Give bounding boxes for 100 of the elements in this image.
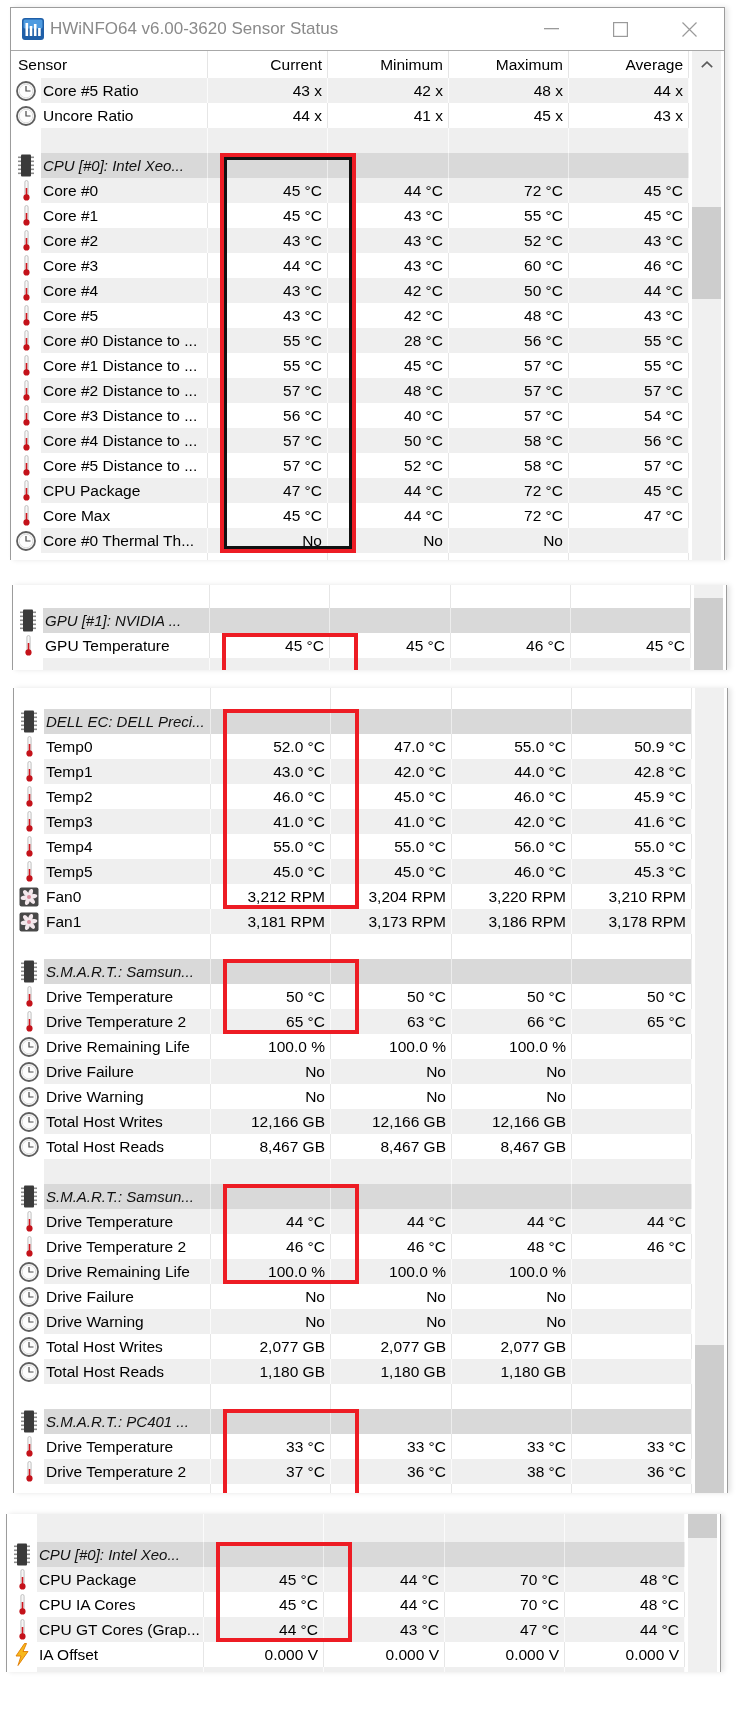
thermometer-icon <box>22 330 30 351</box>
thermometer-icon <box>24 635 32 656</box>
sensor-name: Fan1 <box>44 909 211 934</box>
current-value: 12,166 GB <box>211 1109 331 1134</box>
maximum-value: No <box>449 528 569 553</box>
maximum-value: 44 °C <box>452 1209 572 1234</box>
scrollbar-thumb[interactable] <box>688 1514 717 1538</box>
maximum-value: 3,186 RPM <box>452 909 572 934</box>
scrollbar[interactable] <box>692 51 721 560</box>
maximum-value: 42.0 °C <box>452 809 572 834</box>
minimum-value: 44 °C <box>331 1209 452 1234</box>
sensor-name: Drive Warning <box>44 1309 211 1334</box>
maximum-value: 66 °C <box>452 1009 572 1034</box>
sensor-name: Core #0 Distance to ... <box>41 328 208 353</box>
sensor-name: Core #3 Distance to ... <box>41 403 208 428</box>
thermometer-icon <box>25 736 33 757</box>
average-value: 43 °C <box>569 228 689 253</box>
average-value: 48 °C <box>565 1567 685 1592</box>
thermometer-icon <box>22 205 30 226</box>
current-value: 47 °C <box>208 478 328 503</box>
thermometer-icon <box>25 1011 33 1032</box>
clock-icon <box>19 1311 39 1332</box>
group-name: CPU [#0]: Intel Xeo... <box>37 1542 204 1567</box>
thermometer-icon <box>25 786 33 807</box>
maximum-value: 56 °C <box>449 328 569 353</box>
maximum-value: 57 °C <box>449 378 569 403</box>
current-value: 57 °C <box>208 428 328 453</box>
current-value: 1,180 GB <box>211 1359 331 1384</box>
minimum-value: 42 x <box>328 78 449 103</box>
average-value: 44 °C <box>569 278 689 303</box>
average-value: 36 °C <box>572 1459 692 1484</box>
sensor-name: Core #4 <box>41 278 208 303</box>
fan-icon <box>19 911 39 932</box>
minimum-value: 42.0 °C <box>331 759 452 784</box>
thermometer-icon <box>18 1569 26 1590</box>
sensor-name: Core #4 Distance to ... <box>41 428 208 453</box>
column-header[interactable]: Sensor <box>11 51 208 78</box>
average-value: 45 °C <box>569 478 689 503</box>
minimum-value: 45.0 °C <box>331 859 452 884</box>
maximum-value: No <box>452 1309 572 1334</box>
clock-icon <box>19 1361 39 1382</box>
maximum-value: 47 °C <box>445 1617 565 1642</box>
average-value: 65 °C <box>572 1009 692 1034</box>
clock-icon <box>16 105 36 126</box>
clock-icon <box>19 1036 39 1057</box>
minimum-value: 41.0 °C <box>331 809 452 834</box>
minimum-value: No <box>331 1309 452 1334</box>
current-value: 45 °C <box>204 1567 324 1592</box>
group-name: GPU [#1]: NVIDIA ... <box>43 608 210 633</box>
sensor-name: Core #5 Distance to ... <box>41 453 208 478</box>
scrollbar[interactable] <box>694 585 723 670</box>
clock-icon <box>19 1336 39 1357</box>
minimum-value: 36 °C <box>331 1459 452 1484</box>
thermometer-icon <box>22 405 30 426</box>
scrollbar-thumb[interactable] <box>692 207 721 299</box>
minimum-value: 63 °C <box>331 1009 452 1034</box>
sensor-name: Fan0 <box>44 884 211 909</box>
minimum-value: 43 °C <box>324 1617 445 1642</box>
scrollbar-thumb[interactable] <box>695 1345 724 1493</box>
sensor-name: Drive Warning <box>44 1084 211 1109</box>
minimum-value: 42 °C <box>328 278 449 303</box>
thermometer-icon <box>25 811 33 832</box>
average-value: 55 °C <box>569 328 689 353</box>
clock-icon <box>16 530 36 551</box>
chip-icon <box>18 154 34 177</box>
sensor-name: Core #2 <box>41 228 208 253</box>
scrollbar-thumb[interactable] <box>694 598 723 670</box>
close-icon <box>682 21 697 37</box>
app-icon <box>22 18 44 40</box>
minimize-icon <box>544 28 559 30</box>
minimum-value: 44 °C <box>328 478 449 503</box>
current-value: 43 x <box>208 78 328 103</box>
sensor-name: CPU Package <box>37 1567 204 1592</box>
current-value: 43.0 °C <box>211 759 331 784</box>
thermometer-icon <box>22 355 30 376</box>
sensor-name: CPU Package <box>41 478 208 503</box>
maximum-value: No <box>452 1059 572 1084</box>
sensor-name: Uncore Ratio <box>41 103 208 128</box>
sensor-name: Total Host Writes <box>44 1109 211 1134</box>
sensor-name: Core #1 Distance to ... <box>41 353 208 378</box>
scrollbar[interactable] <box>688 1514 717 1672</box>
current-value: 45.0 °C <box>211 859 331 884</box>
current-value: 44 °C <box>211 1209 331 1234</box>
sensor-name: Drive Temperature 2 <box>44 1234 211 1259</box>
average-value: 42.8 °C <box>572 759 692 784</box>
group-name: S.M.A.R.T.: Samsun... <box>44 959 211 984</box>
sensor-name: Drive Temperature 2 <box>44 1459 211 1484</box>
thermometer-icon <box>22 180 30 201</box>
clock-icon <box>19 1086 39 1107</box>
scrollbar[interactable] <box>695 688 724 1493</box>
sensor-name: Temp1 <box>44 759 211 784</box>
sensor-name: Drive Remaining Life <box>44 1259 211 1284</box>
sensor-name: Temp5 <box>44 859 211 884</box>
thermometer-icon <box>22 305 30 326</box>
sensor-name: IA Offset <box>37 1642 204 1667</box>
thermometer-icon <box>25 761 33 782</box>
sensor-name: Drive Temperature <box>44 984 211 1009</box>
sensor-name: Temp4 <box>44 834 211 859</box>
chip-icon <box>21 710 37 733</box>
thermometer-icon <box>25 836 33 857</box>
